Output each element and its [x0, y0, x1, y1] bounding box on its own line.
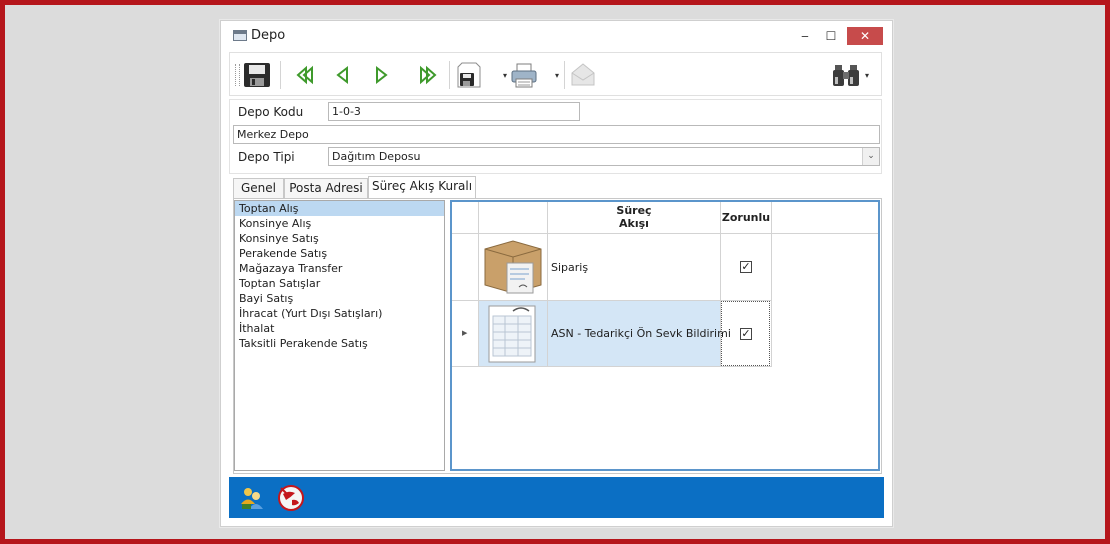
focused-cell[interactable]: ✓ — [721, 301, 770, 366]
list-item[interactable]: Toptan Alış — [235, 201, 444, 216]
globe-icon[interactable] — [277, 484, 305, 512]
grid-line — [547, 202, 548, 367]
tab-surec-akis-kurali[interactable]: Süreç Akış Kuralı — [368, 176, 476, 199]
list-item[interactable]: Bayi Satış — [235, 291, 444, 306]
depo-adi-input[interactable]: Merkez Depo — [233, 125, 880, 144]
envelope-icon[interactable] — [568, 61, 598, 89]
window-title: Depo — [251, 28, 286, 43]
save-as-icon[interactable] — [454, 61, 484, 89]
required-checkbox[interactable]: ✓ — [740, 261, 752, 273]
last-record-icon[interactable] — [411, 61, 441, 89]
depo-kodu-label: Depo Kodu — [238, 105, 304, 119]
depo-window: Depo ‒ ☐ ✕ ▾ ▾ ▾ Depo Kodu 1-0-3 Merkez … — [220, 20, 893, 527]
list-item[interactable]: Perakende Satış — [235, 246, 444, 261]
grid-header-flow-line1: Süreç — [616, 204, 652, 217]
process-list[interactable]: Toptan Alış Konsinye Alış Konsinye Satış… — [234, 200, 445, 471]
grid-line — [478, 202, 479, 367]
required-checkbox[interactable]: ✓ — [740, 328, 752, 340]
users-icon[interactable] — [238, 484, 266, 512]
grid-cell-flow[interactable]: Sipariş — [551, 261, 588, 274]
depo-tipi-row: Depo Tipi Dağıtım Deposu ⌄ — [233, 147, 880, 168]
grid-header-required[interactable]: Zorunlu — [721, 204, 771, 234]
row-pointer-icon: ▶ — [462, 329, 468, 337]
search-dropdown-icon[interactable]: ▾ — [865, 71, 869, 80]
previous-record-icon[interactable] — [328, 61, 358, 89]
close-button[interactable]: ✕ — [847, 27, 883, 45]
depo-kodu-row: Depo Kodu 1-0-3 — [233, 102, 880, 123]
tab-genel[interactable]: Genel — [233, 178, 284, 198]
grid-line — [771, 202, 772, 367]
minimize-button[interactable]: ‒ — [794, 27, 816, 45]
maximize-button[interactable]: ☐ — [820, 27, 842, 45]
list-item[interactable]: İhracat (Yurt Dışı Satışları) — [235, 306, 444, 321]
depo-tipi-label: Depo Tipi — [238, 150, 295, 164]
depo-tipi-select[interactable]: Dağıtım Deposu ⌄ — [328, 147, 880, 166]
save-icon[interactable] — [242, 61, 272, 89]
window-icon — [233, 30, 247, 41]
box-icon — [484, 240, 542, 294]
list-item[interactable]: Konsinye Alış — [235, 216, 444, 231]
depo-adi-row: Merkez Depo — [233, 125, 880, 146]
toolbar-separator — [449, 61, 450, 89]
toolbar-separator — [280, 61, 281, 89]
print-icon[interactable] — [509, 61, 539, 89]
next-record-icon[interactable] — [366, 61, 396, 89]
print-dropdown-icon[interactable]: ▾ — [555, 71, 559, 80]
binoculars-icon[interactable] — [831, 61, 861, 89]
toolbar: ▾ ▾ ▾ — [229, 52, 882, 96]
depo-kodu-input[interactable]: 1-0-3 — [328, 102, 580, 121]
depo-tipi-value: Dağıtım Deposu — [332, 150, 421, 163]
toolbar-grip[interactable] — [235, 64, 240, 86]
list-item[interactable]: Taksitli Perakende Satış — [235, 336, 444, 351]
chevron-down-icon[interactable]: ⌄ — [862, 148, 879, 165]
status-bar — [229, 477, 884, 518]
list-item[interactable]: Mağazaya Transfer — [235, 261, 444, 276]
grid-line — [452, 233, 878, 234]
document-icon — [488, 305, 536, 363]
grid-line — [452, 366, 771, 367]
save-as-dropdown-icon[interactable]: ▾ — [503, 71, 507, 80]
grid-cell-flow[interactable]: ASN - Tedarikçi Ön Sevk Bildirimi — [551, 327, 731, 340]
tab-strip: Genel Posta Adresi Süreç Akış Kuralı — [233, 176, 880, 199]
first-record-icon[interactable] — [292, 61, 322, 89]
title-bar: Depo ‒ ☐ ✕ — [221, 21, 892, 51]
process-flow-grid[interactable]: Süreç Akışı Zorunlu Sipariş ✓ ▶ ASN - Te… — [450, 200, 880, 471]
list-item[interactable]: Toptan Satışlar — [235, 276, 444, 291]
tab-posta-adresi[interactable]: Posta Adresi — [284, 178, 368, 198]
grid-header-flow-line2: Akışı — [619, 217, 649, 230]
list-item[interactable]: Konsinye Satış — [235, 231, 444, 246]
list-item[interactable]: İthalat — [235, 321, 444, 336]
grid-header-flow[interactable]: Süreç Akışı — [548, 204, 720, 234]
toolbar-separator — [564, 61, 565, 89]
